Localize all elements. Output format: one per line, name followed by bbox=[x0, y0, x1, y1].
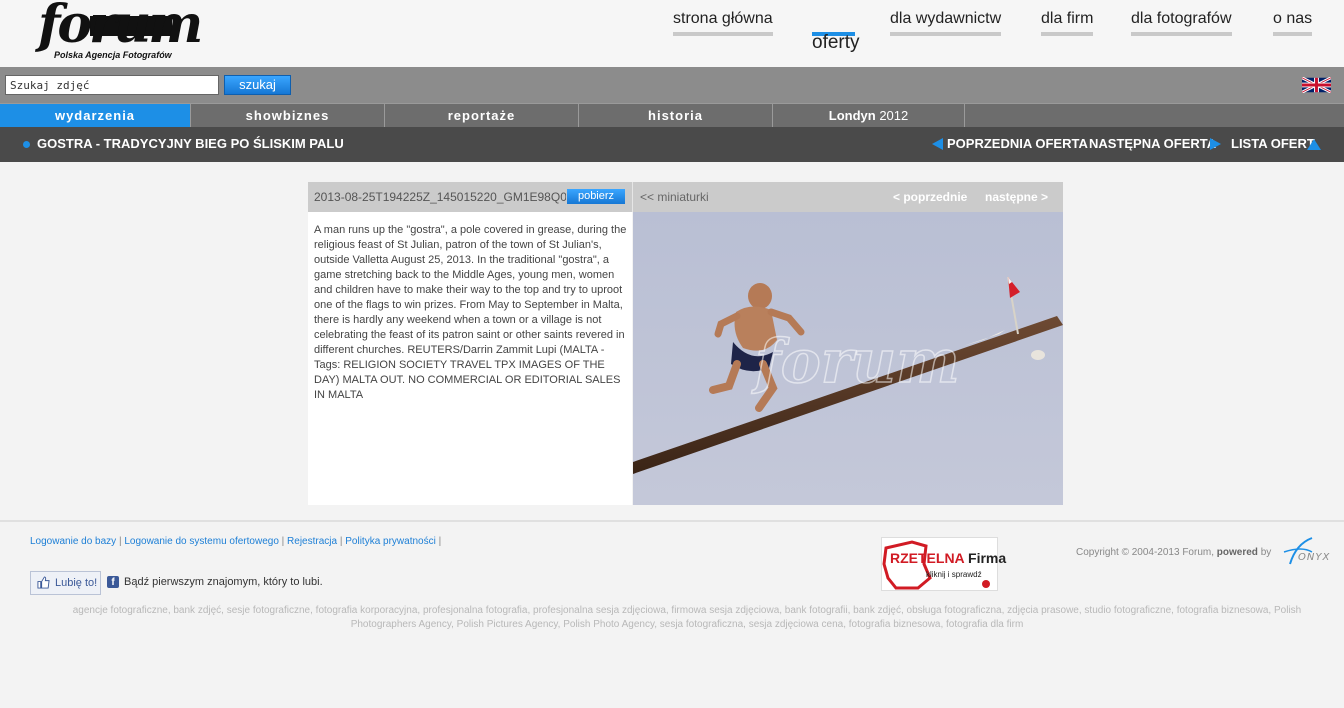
nav-underline bbox=[890, 32, 1002, 36]
tab-wydarzenia[interactable]: wydarzenia bbox=[0, 104, 191, 127]
tab-reportaze[interactable]: reportaże bbox=[385, 104, 579, 127]
footer-link-privacy[interactable]: Polityka prywatności bbox=[345, 536, 436, 547]
rzetelna-firma-badge[interactable]: RZETELNA Firma kliknij i sprawdź bbox=[881, 537, 1006, 591]
arrow-left-icon[interactable] bbox=[932, 138, 943, 150]
nav-o-nas[interactable]: o nas bbox=[1273, 10, 1313, 36]
nav-underline bbox=[1273, 32, 1313, 36]
offer-list-link[interactable]: LISTA OFERT bbox=[1231, 136, 1315, 151]
category-tabs: wydarzenia showbiznes reportaże historia… bbox=[0, 103, 1344, 127]
nav-label: oferty bbox=[812, 32, 860, 53]
footer-divider bbox=[0, 520, 1344, 522]
footer-link-register[interactable]: Rejestracja bbox=[287, 536, 337, 547]
tab-londyn-2012[interactable]: Londyn 2012 bbox=[773, 104, 965, 127]
main-photo[interactable]: forum bbox=[633, 212, 1063, 505]
tab-year: 2012 bbox=[879, 108, 909, 123]
previous-photo-link[interactable]: < poprzednie bbox=[893, 190, 967, 204]
nav-oferty[interactable]: oferty bbox=[812, 32, 860, 54]
nav-label: dla wydawnictw bbox=[890, 10, 1002, 27]
offer-bar: GOSTRA - TRADYCYJNY BIEG PO ŚLISKIM PALU… bbox=[0, 127, 1344, 162]
offer-title: GOSTRA - TRADYCYJNY BIEG PO ŚLISKIM PALU bbox=[37, 136, 344, 151]
uk-flag-icon[interactable] bbox=[1302, 77, 1331, 93]
nav-dla-wydawnictw[interactable]: dla wydawnictw bbox=[890, 10, 1002, 36]
previous-offer-link[interactable]: POPRZEDNIA OFERTA bbox=[947, 136, 1088, 151]
by-label: by bbox=[1260, 547, 1272, 558]
arrow-right-icon[interactable] bbox=[1210, 138, 1221, 150]
photo-description-box: A man runs up the "gostra", a pole cover… bbox=[308, 212, 632, 505]
next-photo-link[interactable]: następne > bbox=[985, 190, 1048, 204]
badge-title: RZETELNA bbox=[890, 550, 965, 566]
top-navigation: strona główna oferty dla wydawnictw dla … bbox=[0, 0, 1344, 67]
photo-panel-header: 2013-08-25T194225Z_145015220_GM1E98Q06O7… bbox=[308, 182, 1063, 212]
bullet-icon bbox=[23, 141, 30, 148]
nav-label: o nas bbox=[1273, 10, 1313, 27]
footer-link-login-offers[interactable]: Logowanie do systemu ofertowego bbox=[124, 536, 279, 547]
footer-link-login-db[interactable]: Logowanie do bazy bbox=[30, 536, 116, 547]
download-button[interactable]: pobierz bbox=[567, 189, 625, 204]
seo-keywords: agencje fotograficzne, bank zdjęć, sesje… bbox=[72, 605, 1302, 630]
search-button[interactable]: szukaj bbox=[224, 75, 291, 95]
header-divider bbox=[632, 182, 633, 212]
tab-historia[interactable]: historia bbox=[579, 104, 773, 127]
copyright: Copyright © 2004-2013 Forum, powered by bbox=[1076, 547, 1271, 558]
facebook-icon: f bbox=[107, 576, 119, 588]
badge-title-2: Firma bbox=[968, 550, 1007, 566]
nav-label: strona główna bbox=[673, 10, 773, 27]
nav-underline bbox=[1041, 32, 1094, 36]
nav-dla-fotografow[interactable]: dla fotografów bbox=[1131, 10, 1232, 36]
photo-filename: 2013-08-25T194225Z_145015220_GM1E98Q06O7… bbox=[314, 190, 566, 204]
tab-label: Londyn bbox=[828, 108, 876, 123]
next-offer-link[interactable]: NASTĘPNA OFERTA bbox=[1089, 136, 1216, 151]
nav-underline bbox=[1131, 32, 1232, 36]
onyx-logo-text: ONYX bbox=[1298, 552, 1330, 563]
onyx-logo[interactable]: ONYX bbox=[1282, 536, 1344, 568]
search-bar: szukaj bbox=[0, 67, 1344, 103]
nav-label: dla firm bbox=[1041, 10, 1094, 27]
search-input[interactable] bbox=[5, 75, 219, 95]
facebook-like-button[interactable]: Lubię to! bbox=[30, 571, 101, 595]
nav-label: dla fotografów bbox=[1131, 10, 1232, 27]
thumbs-up-icon bbox=[37, 576, 50, 589]
arrow-up-icon[interactable] bbox=[1307, 139, 1321, 150]
tab-showbiznes[interactable]: showbiznes bbox=[191, 104, 385, 127]
nav-strona-glowna[interactable]: strona główna bbox=[673, 10, 773, 36]
nav-underline bbox=[673, 32, 773, 36]
watermark-text: forum bbox=[751, 327, 960, 397]
footer-links: Logowanie do bazy | Logowanie do systemu… bbox=[30, 536, 442, 547]
like-button-label: Lubię to! bbox=[55, 577, 98, 589]
powered-label: powered bbox=[1216, 547, 1258, 558]
nav-dla-firm[interactable]: dla firm bbox=[1041, 10, 1094, 36]
photo-description: A man runs up the "gostra", a pole cover… bbox=[314, 224, 627, 401]
thumbnails-link[interactable]: << miniaturki bbox=[640, 190, 709, 204]
badge-subtitle: kliknij i sprawdź bbox=[926, 570, 982, 579]
site-header: forum Polska Agencja Fotografów strona g… bbox=[0, 0, 1344, 67]
facebook-like-text: Bądź pierwszym znajomym, który to lubi. bbox=[124, 576, 323, 588]
copyright-text: Copyright © 2004-2013 Forum, bbox=[1076, 547, 1214, 558]
